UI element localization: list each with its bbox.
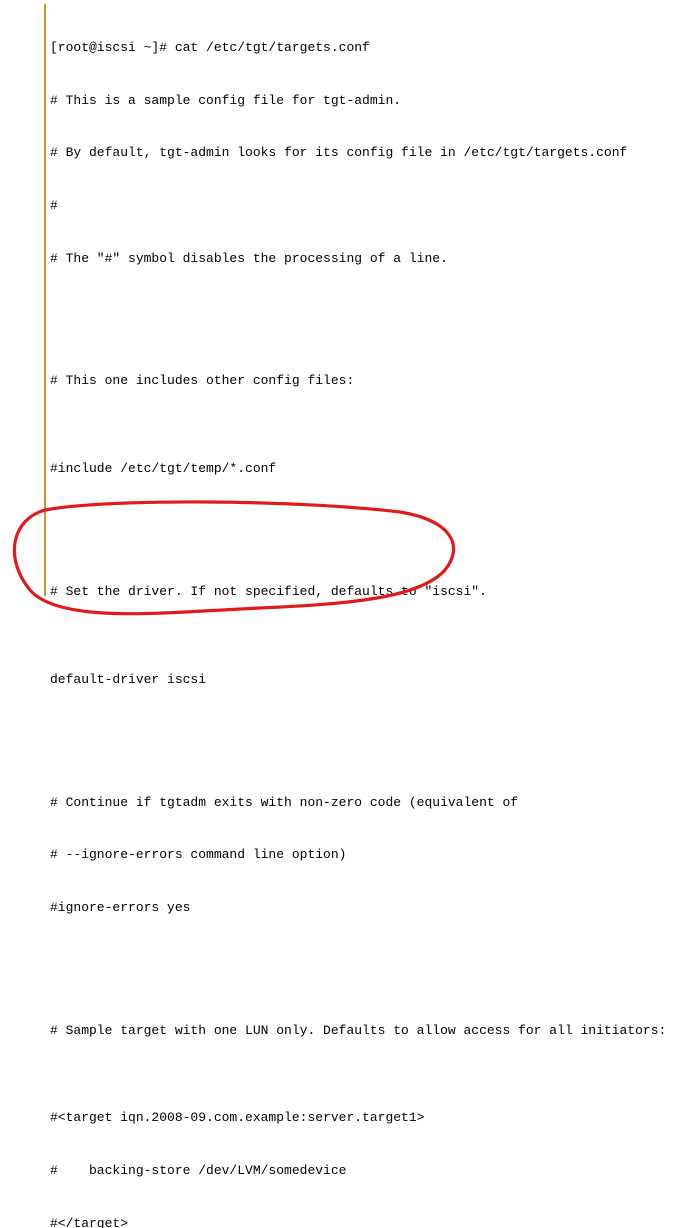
terminal-output: [root@iscsi ~]# cat /etc/tgt/targets.con… bbox=[50, 4, 689, 1228]
config-line: default-driver iscsi bbox=[50, 671, 689, 689]
shell-prompt-line: [root@iscsi ~]# cat /etc/tgt/targets.con… bbox=[50, 39, 689, 57]
config-line: # bbox=[50, 197, 689, 215]
config-line: # Set the driver. If not specified, defa… bbox=[50, 583, 689, 601]
config-line: # This one includes other config files: bbox=[50, 372, 689, 390]
config-line: #</target> bbox=[50, 1215, 689, 1228]
config-line: # The "#" symbol disables the processing… bbox=[50, 250, 689, 268]
config-line: # --ignore-errors command line option) bbox=[50, 846, 689, 864]
config-line: # backing-store /dev/LVM/somedevice bbox=[50, 1162, 689, 1180]
vertical-rule bbox=[44, 4, 46, 596]
config-line: # Continue if tgtadm exits with non-zero… bbox=[50, 794, 689, 812]
config-line: # By default, tgt-admin looks for its co… bbox=[50, 144, 689, 162]
config-line: #include /etc/tgt/temp/*.conf bbox=[50, 460, 689, 478]
screenshot-root: [root@iscsi ~]# cat /etc/tgt/targets.con… bbox=[0, 0, 697, 614]
config-line: #ignore-errors yes bbox=[50, 899, 689, 917]
config-line: #<target iqn.2008-09.com.example:server.… bbox=[50, 1109, 689, 1127]
config-line: # This is a sample config file for tgt-a… bbox=[50, 92, 689, 110]
config-line: # Sample target with one LUN only. Defau… bbox=[50, 1022, 689, 1040]
